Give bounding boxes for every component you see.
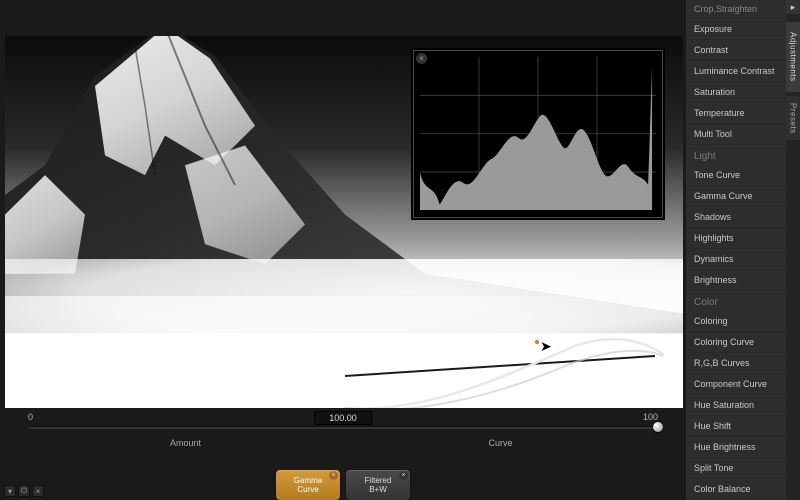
panel-item-tone-curve[interactable]: Tone Curve — [686, 165, 786, 186]
chip-label: Filtered — [365, 476, 392, 485]
panel-item-gamma-curve[interactable]: Gamma Curve — [686, 186, 786, 207]
panel-heading-color: Color — [686, 291, 786, 311]
panel-heading-light: Light — [686, 145, 786, 165]
rail-expand-button[interactable]: ▸ — [786, 0, 800, 14]
panel-item-dynamics[interactable]: Dynamics — [686, 249, 786, 270]
chip-remove-button[interactable]: × — [399, 471, 408, 480]
amount-max-label: 100 — [643, 412, 658, 422]
panel-item-shadows[interactable]: Shadows — [686, 207, 786, 228]
panel-item-hue-shift[interactable]: Hue Shift — [686, 416, 786, 437]
tab-adjustments[interactable]: Adjustments — [786, 22, 800, 92]
cursor-pointer-icon: ➤ — [540, 338, 552, 355]
histogram-chart — [420, 57, 656, 210]
panel-item-contrast[interactable]: Contrast — [686, 40, 786, 61]
amount-knob[interactable] — [653, 422, 663, 432]
tab-presets[interactable]: Presets — [786, 96, 800, 140]
panel-item-multi-tool[interactable]: Multi Tool — [686, 124, 786, 145]
filter-chip-gamma[interactable]: GammaCurve × — [276, 470, 340, 500]
panel-item-component-curve[interactable]: Component Curve — [686, 374, 786, 395]
panel-item-temperature[interactable]: Temperature — [686, 103, 786, 124]
footer-close-button[interactable]: × — [32, 485, 44, 497]
amount-label: Amount — [28, 438, 343, 448]
amount-min-label: 0 — [28, 412, 33, 422]
filter-chip-filtered[interactable]: FilteredB+W × — [346, 470, 410, 500]
panel-item-saturation[interactable]: Saturation — [686, 82, 786, 103]
chip-remove-button[interactable]: × — [329, 471, 338, 480]
chip-sublabel: B+W — [369, 485, 387, 494]
chip-label: Gamma — [294, 476, 322, 485]
footer-power-button[interactable]: ⏻ — [18, 485, 30, 497]
footer-dropdown-button[interactable]: ▾ — [4, 485, 16, 497]
curve-label: Curve — [343, 438, 658, 448]
panel-item-hue-saturation[interactable]: Hue Saturation — [686, 395, 786, 416]
panel-item-hue-brightness[interactable]: Hue Brightness — [686, 437, 786, 458]
histogram-panel[interactable]: × — [413, 50, 663, 218]
panel-item-brightness[interactable]: Brightness — [686, 270, 786, 291]
side-rail: ▸ Adjustments Presets — [786, 0, 800, 500]
panel-item-coloring[interactable]: Coloring — [686, 311, 786, 332]
adjustments-panel: Crop,StraightenExposureContrastLuminance… — [686, 0, 786, 500]
panel-item-r-g-b-curves[interactable]: R,G,B Curves — [686, 353, 786, 374]
panel-item-highlights[interactable]: Highlights — [686, 228, 786, 249]
panel-item-coloring-curve[interactable]: Coloring Curve — [686, 332, 786, 353]
photo-clouds-low — [5, 296, 683, 408]
panel-item-split-tone[interactable]: Split Tone — [686, 458, 786, 479]
panel-item-color-balance[interactable]: Color Balance — [686, 479, 786, 500]
image-viewport[interactable]: ➤ × — [5, 36, 683, 408]
amount-slider[interactable]: 0 100 100.00 — [28, 412, 658, 432]
amount-value[interactable]: 100.00 — [314, 411, 372, 425]
panel-item-crop-straighten[interactable]: Crop,Straighten — [686, 0, 786, 19]
chip-sublabel: Curve — [297, 485, 318, 494]
filter-chips-row: GammaCurve × FilteredB+W × — [10, 470, 676, 500]
amount-track[interactable] — [28, 426, 658, 429]
panel-item-luminance-contrast[interactable]: Luminance Contrast — [686, 61, 786, 82]
footer-toolbar: ▾ ⏻ × — [4, 485, 44, 497]
panel-item-exposure[interactable]: Exposure — [686, 19, 786, 40]
